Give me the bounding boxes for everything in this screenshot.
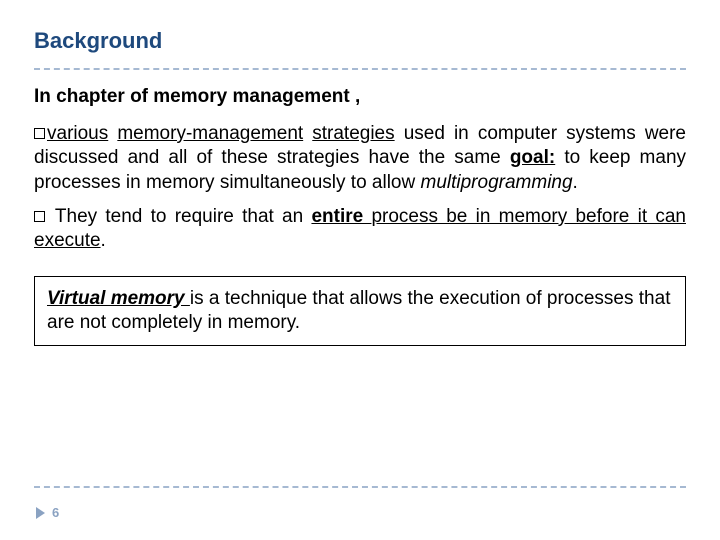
text-p2-a: They tend to require that an xyxy=(55,206,312,227)
divider-top xyxy=(34,68,686,70)
page-number: 6 xyxy=(52,505,59,520)
text-goal: goal: xyxy=(510,147,555,168)
text-multiprogramming: multiprogramming xyxy=(421,172,573,193)
page-arrow-icon xyxy=(36,507,45,519)
text-entire: entire xyxy=(311,206,371,227)
paragraph-2: They tend to require that an entire proc… xyxy=(34,205,686,254)
bullet-icon xyxy=(34,128,45,139)
bullet-icon xyxy=(34,211,45,222)
slide-title: Background xyxy=(34,28,686,54)
paragraph-1: various memory-management strategies use… xyxy=(34,122,686,195)
text-memory-management: memory-management xyxy=(117,123,303,144)
text-virtual-memory: Virtual memory xyxy=(47,288,190,309)
slide: Background In chapter of memory manageme… xyxy=(0,0,720,540)
body-text: various memory-management strategies use… xyxy=(34,122,686,346)
text-p1-c: . xyxy=(573,172,578,193)
text-p2-c: . xyxy=(101,230,106,251)
divider-bottom xyxy=(34,486,686,488)
callout-box: Virtual memory is a technique that allow… xyxy=(34,276,686,347)
text-strategies: strategies xyxy=(312,123,394,144)
subheading: In chapter of memory management , xyxy=(34,86,686,108)
text-various: various xyxy=(47,123,108,144)
